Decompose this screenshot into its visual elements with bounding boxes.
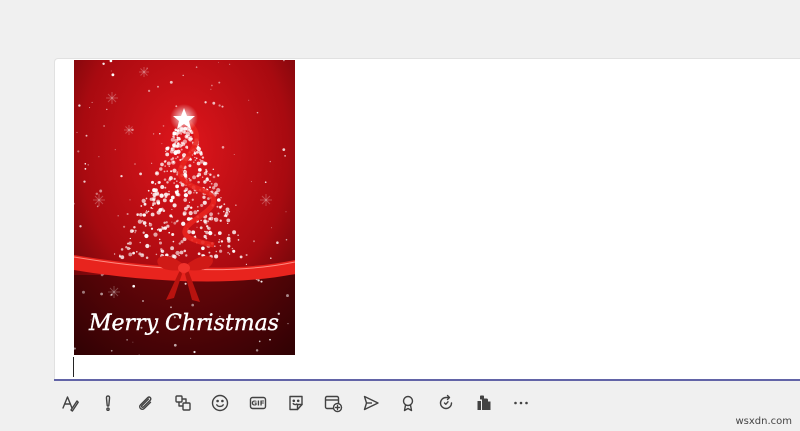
watermark: wsxdn.com: [735, 416, 792, 427]
more-options-button[interactable]: [507, 389, 535, 417]
format-icon: [62, 396, 79, 412]
svg-text:GIF: GIF: [251, 399, 264, 407]
sticker-button[interactable]: [282, 389, 310, 417]
attach-button[interactable]: [131, 389, 159, 417]
loop-component-icon: [175, 395, 191, 411]
important-button[interactable]: [94, 389, 122, 417]
compose-toolbar: GIF: [56, 389, 545, 417]
format-button[interactable]: [56, 389, 84, 417]
update-icon: [439, 394, 453, 410]
emoji-icon: [212, 394, 229, 412]
compose-focus-underline: [54, 379, 800, 381]
apps-icon: [477, 395, 491, 410]
gif-icon: GIF: [249, 396, 267, 410]
text-cursor: [73, 357, 74, 377]
christmas-card-image[interactable]: Merry Christmas: [74, 60, 295, 355]
update-button[interactable]: [432, 389, 460, 417]
stream-button[interactable]: [357, 389, 385, 417]
schedule-meeting-button[interactable]: [319, 389, 347, 417]
attach-icon: [139, 396, 152, 410]
gif-button[interactable]: GIF: [244, 389, 272, 417]
apps-button[interactable]: [470, 389, 498, 417]
schedule-meeting-icon: [324, 395, 343, 413]
stream-icon: [363, 395, 379, 411]
more-options-icon: [514, 401, 528, 405]
emoji-button[interactable]: [206, 389, 234, 417]
praise-button[interactable]: [394, 389, 422, 417]
important-icon: [105, 395, 110, 412]
card-greeting: Merry Christmas: [88, 311, 279, 336]
loop-component-button[interactable]: [169, 389, 197, 417]
sticker-icon: [288, 395, 303, 411]
praise-icon: [403, 395, 414, 412]
